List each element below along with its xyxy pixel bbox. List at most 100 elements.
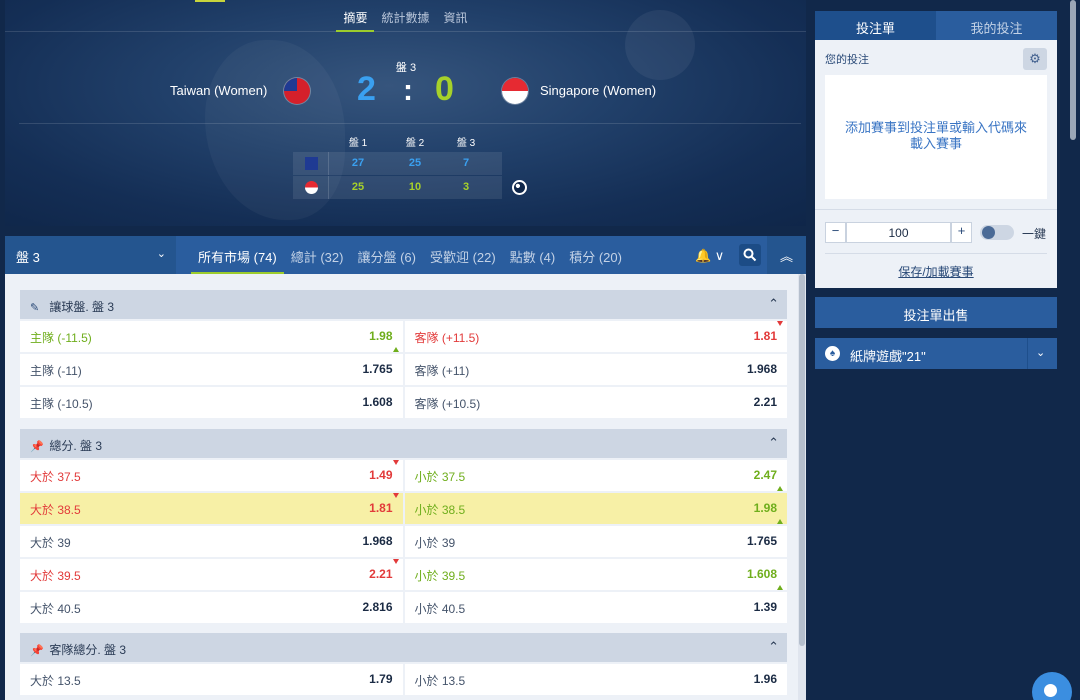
tab-my-bets[interactable]: 我的投注 [936, 11, 1057, 40]
market-title: 客隊總分. 盤 3 [49, 643, 127, 657]
stake-input[interactable] [846, 222, 951, 243]
odds-button-selected[interactable]: 小於 38.5 1.98 [404, 493, 787, 524]
set-header: 盤 3 [456, 138, 476, 149]
gear-icon[interactable]: ⚙ [1023, 48, 1047, 70]
odds-button[interactable]: 大於 40.5 2.816 [20, 592, 403, 623]
tab-handicap[interactable]: 讓分盤 (6) [350, 236, 423, 274]
tab-summary[interactable]: 摘要 [336, 0, 375, 32]
chevron-up-icon[interactable]: ⌃ [768, 435, 779, 451]
search-button[interactable] [739, 244, 761, 266]
selection-label: 主隊 (-10.5) [30, 397, 93, 411]
selection-label: 客隊 (+11.5) [414, 331, 480, 345]
notification-bell-dropdown[interactable]: 🔔 ∨ [695, 248, 724, 264]
tab-score[interactable]: 積分 (20) [562, 236, 629, 274]
odds-row: 大於 39.5 2.21 小於 39.5 1.608 [20, 559, 787, 590]
divider [1027, 338, 1028, 369]
odds-button[interactable]: 小於 40.5 1.39 [404, 592, 787, 623]
betslip-tabs: 投注單 我的投注 [815, 11, 1057, 40]
pin-icon[interactable]: ✎ [30, 301, 40, 314]
tab-points[interactable]: 點數 (4) [503, 236, 563, 274]
selection-label: 主隊 (-11.5) [30, 331, 92, 345]
pin-icon[interactable]: 📌 [30, 440, 44, 453]
save-load-link[interactable]: 保存/加載賽事 [815, 263, 1057, 280]
odds-button[interactable]: 大於 37.5 1.49 [20, 460, 403, 491]
odds-row: 大於 13.5 1.79 小於 13.5 1.96 [20, 664, 787, 695]
market-header[interactable]: ✎ 讓球盤. 盤 3 ⌃ [20, 290, 787, 319]
home-set-score: 25 [408, 157, 422, 169]
odds-up-icon [392, 347, 399, 352]
odds-button[interactable]: 客隊 (+11.5) 1.81 [404, 321, 787, 352]
tab-betslip[interactable]: 投注單 [815, 11, 936, 40]
market-tabs: 所有市場 (74) 總計 (32) 讓分盤 (6) 受歡迎 (22) 點數 (4… [191, 236, 629, 274]
scrollbar-thumb[interactable] [799, 274, 805, 646]
selection-label: 大於 40.5 [30, 602, 81, 616]
selection-label: 小於 39 [414, 536, 456, 550]
betslip-panel: 投注單 我的投注 您的投注 ⚙ 添加賽事到投注單或輸入代碼來載入賽事 − + 一… [815, 11, 1057, 288]
tab-info[interactable]: 資訊 [437, 0, 475, 32]
taiwan-flag-icon [284, 78, 310, 104]
chevron-up-icon[interactable]: ⌃ [768, 639, 779, 655]
odds-value: 1.79 [369, 672, 393, 686]
your-bets-label: 您的投注 [825, 54, 869, 66]
chevron-up-icon[interactable]: ⌃ [768, 296, 779, 312]
selection-label: 小於 39.5 [414, 569, 466, 583]
odds-down-icon [392, 460, 399, 465]
odds-row: 主隊 (-10.5) 1.608 客隊 (+10.5) 2.21 [20, 387, 787, 418]
collapse-all-button[interactable]: ︽ [767, 236, 806, 274]
selection-label: 主隊 (-11) [30, 364, 82, 378]
page-scrollbar-thumb[interactable] [1070, 0, 1076, 140]
scrollbar[interactable] [798, 274, 806, 700]
odds-value: 1.98 [753, 501, 777, 515]
tab-totals[interactable]: 總計 (32) [284, 236, 351, 274]
singapore-flag-icon [305, 181, 318, 194]
current-set-label: 盤 3 [395, 62, 417, 74]
odds-button[interactable]: 小於 37.5 2.47 [404, 460, 787, 491]
set-header: 盤 1 [348, 138, 368, 149]
selection-label: 小於 37.5 [414, 470, 466, 484]
odds-up-icon [777, 585, 783, 590]
odds-button[interactable]: 小於 39.5 1.608 [404, 559, 787, 590]
odds-button[interactable]: 小於 39 1.765 [404, 526, 787, 557]
odds-button[interactable]: 客隊 (+10.5) 2.21 [404, 387, 787, 418]
one-click-toggle[interactable] [980, 225, 1014, 240]
market-header[interactable]: 📌 總分. 盤 3 ⌃ [20, 429, 787, 458]
odds-down-icon [392, 559, 399, 564]
odds-button[interactable]: 主隊 (-10.5) 1.608 [20, 387, 403, 418]
odds-button[interactable]: 主隊 (-11) 1.765 [20, 354, 403, 385]
odds-value: 2.816 [362, 600, 393, 614]
odds-button[interactable]: 大於 13.5 1.79 [20, 664, 403, 695]
chevron-down-icon[interactable]: ⌄ [1036, 346, 1045, 359]
selection-label: 大於 38.5 [30, 503, 81, 517]
odds-row: 大於 38.5 1.81 小於 38.5 1.98 [20, 493, 787, 524]
odds-button[interactable]: 客隊 (+11) 1.968 [404, 354, 787, 385]
market-away-total: 📌 客隊總分. 盤 3 ⌃ 大於 13.5 1.79 小於 13.5 1.96 [20, 633, 787, 695]
tab-popular[interactable]: 受歡迎 (22) [423, 236, 503, 274]
home-team-name: Taiwan (Women) [170, 83, 268, 98]
selection-label: 大於 13.5 [30, 674, 81, 688]
odds-button[interactable]: 大於 39.5 2.21 [20, 559, 403, 590]
scoreboard-divider [19, 123, 801, 124]
odds-value: 1.765 [362, 362, 393, 376]
betslip-cashout-button[interactable]: 投注單出售 [815, 297, 1057, 328]
blackjack-game-button[interactable]: ♠ 紙牌遊戲"21" ⌄ [815, 338, 1057, 369]
tab-statistics[interactable]: 統計數據 [374, 0, 436, 32]
market-header[interactable]: 📌 客隊總分. 盤 3 ⌃ [20, 633, 787, 662]
stake-decrease-button[interactable]: − [825, 222, 846, 243]
odds-button[interactable]: 主隊 (-11.5) 1.98 [20, 321, 403, 352]
odds-button[interactable]: 大於 39 1.968 [20, 526, 403, 557]
odds-value: 2.21 [369, 567, 393, 581]
market-title: 讓球盤. 盤 3 [49, 300, 115, 314]
odds-button[interactable]: 小於 13.5 1.96 [404, 664, 787, 695]
odds-value: 1.608 [362, 395, 393, 409]
market-totals: 📌 總分. 盤 3 ⌃ 大於 37.5 1.49 小於 37.5 2.47 大於… [20, 429, 787, 623]
selection-label: 大於 39.5 [30, 569, 81, 583]
set-dropdown[interactable]: 盤 3 ⌄ [5, 236, 176, 274]
selection-label: 小於 13.5 [414, 674, 466, 688]
pin-icon[interactable]: 📌 [30, 644, 44, 657]
stake-increase-button[interactable]: + [951, 222, 972, 243]
support-chat-icon[interactable] [1032, 672, 1072, 700]
odds-value: 1.968 [746, 362, 777, 376]
odds-value: 1.39 [753, 600, 777, 614]
odds-button-selected[interactable]: 大於 38.5 1.81 [20, 493, 403, 524]
tab-all-markets[interactable]: 所有市場 (74) [191, 236, 284, 274]
